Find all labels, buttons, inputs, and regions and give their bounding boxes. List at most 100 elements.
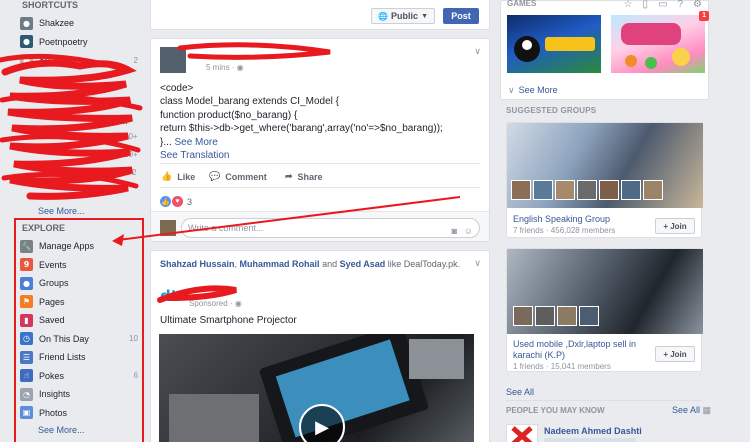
pymk-see-all-label: See All [672,405,701,415]
shortcut-label: Poetnpoetry [39,36,88,47]
see-translation-link[interactable]: See Translation [160,149,443,162]
reaction-summary[interactable]: 👍 ♥ 3 [160,196,192,207]
shortcut-avatar-icon: ● [20,35,33,49]
suggested-person-detail [544,438,636,442]
candy-crush-art [621,23,690,69]
privacy-selector[interactable]: 🌐 Public ▼ [371,8,435,24]
liker-link[interactable]: Shahzad Hussain [160,259,235,269]
shortcut-count: 20+ [124,150,138,159]
emoji-icon[interactable]: ☺ [464,222,473,240]
document-icon[interactable]: ▯ [643,0,649,10]
join-group-button[interactable]: + Join [655,218,695,234]
member-avatar[interactable] [621,180,641,200]
suggested-person-avatar[interactable] [506,424,538,442]
liker-link[interactable]: Syed Asad [340,259,386,269]
group-name-link[interactable]: English Speaking Group [513,214,610,225]
games-toolbar: ☆ ▯ ▭ ? ⚙ [624,0,702,10]
annotation-highlight-box [14,218,144,442]
shortcut-item[interactable]: ● Poetnpoetry [0,33,148,52]
join-group-button[interactable]: + Join [655,346,695,362]
suggested-group-card: Used mobile ,Dxlr,laptop sell in karachi… [506,248,703,372]
like-context-text: like DealToday.pk. [385,259,461,269]
comment-icon: 💬 [209,171,221,181]
page-scrollbar[interactable] [740,0,750,442]
people-icon: ▦ [702,405,712,415]
share-label: Share [297,171,323,182]
group-meta: 7 friends · 456,028 members [513,226,616,235]
member-avatar[interactable] [579,306,599,326]
8-ball-pool-art [514,36,595,62]
8-ball-pool-game-tile[interactable] [507,15,601,73]
x-logo-icon [511,426,533,442]
thumbs-up-icon: 👍 [161,171,173,181]
love-reaction-icon: ♥ [172,196,183,207]
candy-crush-game-tile[interactable]: 1 [611,11,709,73]
pymk-see-all-link[interactable]: See All ▦ [672,405,711,416]
globe-icon: 🌐 [378,11,389,21]
star-icon[interactable]: ☆ [624,0,633,10]
post-line: <code> [160,83,194,94]
member-avatar[interactable] [513,306,533,326]
settings-icon[interactable]: ⚙ [693,0,702,10]
member-avatar[interactable] [535,306,555,326]
like-button[interactable]: 👍 Like [161,171,195,182]
camera-icon[interactable]: ◙ [452,222,457,240]
like-label: Like [177,171,196,182]
member-avatar[interactable] [643,180,663,200]
post-line-last: }... See More [160,136,443,149]
shortcut-label: Shakzee [39,18,75,29]
member-avatar[interactable] [533,180,553,200]
games-heading: GAMES [507,0,537,8]
social-context: Shahzad Hussain, Muhammad Rohail and Sye… [160,259,460,269]
see-more-link[interactable]: See More [174,137,217,148]
caret-down-icon: ▼ [421,12,428,20]
shortcut-avatar-icon: ● [20,16,33,30]
reaction-count: 3 [187,196,193,207]
liker-link[interactable]: Muhammad Rohail [240,259,320,269]
ad-title: Ultimate Smartphone Projector [160,315,297,326]
feed-post: 5 mins · ◉ ∨ <code> class Model_barang e… [150,38,490,242]
suggested-groups-heading: SUGGESTED GROUPS [506,106,597,115]
group-cover-photo[interactable] [507,123,703,208]
redacted-shortcuts: 20+ Grou... 20+ 20+ tablizer ... 2 [0,58,148,210]
shortcuts-see-more-link[interactable]: See More... [0,203,85,219]
suggested-person-name[interactable]: Nadeem Ahmed Dashti [544,426,642,436]
post-line: function product($no_barang) { [160,109,298,121]
post-options-chevron-icon[interactable]: ∨ [474,258,481,269]
group-cover-photo[interactable] [507,249,703,334]
notification-badge: 1 [699,11,709,21]
member-avatar[interactable] [577,180,597,200]
phone-icon[interactable]: ▭ [658,0,667,10]
shortcut-item[interactable]: ● Shakzee [0,14,148,33]
member-avatar[interactable] [557,306,577,326]
member-avatar[interactable] [511,180,531,200]
group-name-link[interactable]: Used mobile ,Dxlr,laptop sell in karachi… [513,339,643,361]
help-icon[interactable]: ? [677,0,683,10]
privacy-label: Public [391,11,419,21]
sponsored-label: Sponsored · ◉ [189,299,242,308]
globe-icon: · ◉ [231,63,244,72]
share-button[interactable]: ➦ Share [285,171,323,182]
shortcut-label-fragment: tablizer ... [68,167,108,177]
video-player[interactable]: ▶ [159,334,474,442]
group-meta: 1 friends · 15,041 members [513,362,611,371]
shortcut-count: 20+ [100,72,114,81]
post-button[interactable]: Post [443,8,479,24]
page-logo-dt-icon[interactable]: dt [160,286,180,306]
sponsored-post: Shahzad Hussain, Muhammad Rohail and Sye… [150,250,490,442]
play-icon[interactable]: ▶ [299,404,345,442]
post-body: <code> class Model_barang extends CI_Mod… [160,82,443,162]
share-icon: ➦ [285,171,293,181]
post-author-avatar[interactable] [160,47,186,73]
member-avatar[interactable] [599,180,619,200]
shortcut-label-fragment: Grou... [100,116,128,126]
member-avatar[interactable] [555,180,575,200]
commenter-avatar [160,220,176,236]
comment-input[interactable]: Write a comment... ◙ ☺ [181,218,480,238]
groups-see-all-link[interactable]: See All [506,387,534,397]
post-timestamp[interactable]: 5 mins · ◉ [206,63,244,72]
comment-button[interactable]: 💬 Comment [209,171,267,182]
post-options-chevron-icon[interactable]: ∨ [474,46,481,57]
games-see-more-link[interactable]: ∨ See More [508,85,558,96]
member-thumbnails [511,180,663,200]
